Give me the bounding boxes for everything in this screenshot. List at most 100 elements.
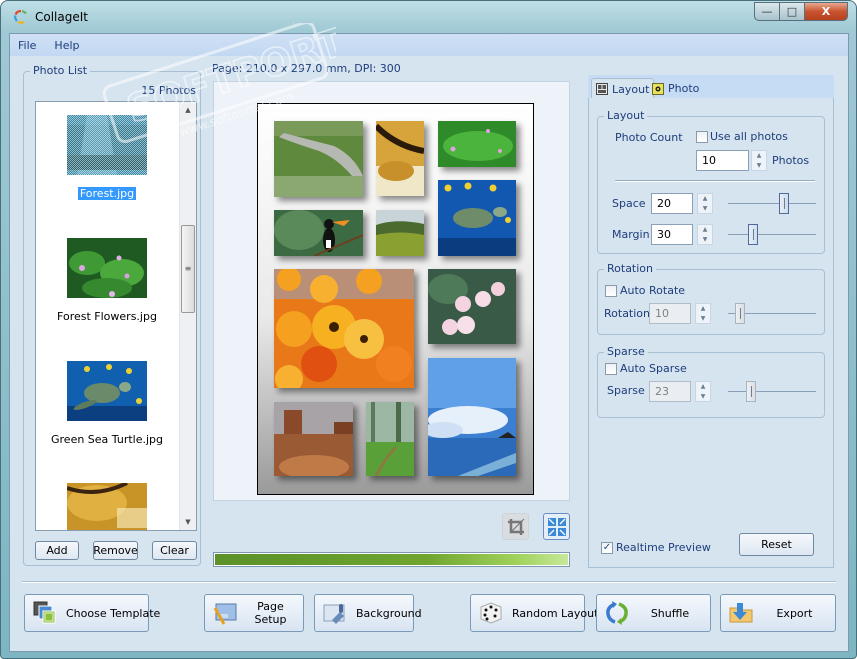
scroll-thumb[interactable]: ≡ bbox=[181, 225, 195, 313]
sparse-slider-track[interactable] bbox=[728, 391, 816, 392]
crop-button[interactable] bbox=[502, 513, 529, 540]
photo-desert-mesa[interactable] bbox=[274, 402, 353, 476]
tab-photo[interactable]: Photo bbox=[648, 78, 703, 99]
sparse-group: Sparse Auto Sparse Sparse 23 ▲ ▼ bbox=[597, 345, 825, 418]
margin-input[interactable]: 30 bbox=[651, 224, 693, 245]
photo-list-group: Photo List 15 Photos Forest.jpg Forest F… bbox=[23, 64, 201, 566]
menu-help[interactable]: Help bbox=[52, 39, 81, 52]
close-button[interactable]: X bbox=[805, 2, 848, 21]
menu-bar: File Help bbox=[10, 34, 848, 56]
photo-plumeria[interactable] bbox=[428, 269, 516, 344]
photos-unit-label: Photos bbox=[772, 154, 810, 167]
spin-up-icon[interactable]: ▲ bbox=[698, 225, 712, 235]
space-input[interactable]: 20 bbox=[651, 193, 693, 214]
use-all-photos-checkbox[interactable] bbox=[696, 131, 708, 143]
clear-button[interactable]: Clear bbox=[152, 541, 197, 560]
photo-list-item[interactable]: Forest Flowers.jpg bbox=[36, 238, 178, 323]
scroll-up-arrow-icon[interactable]: ▲ bbox=[180, 102, 196, 118]
margin-slider-track[interactable] bbox=[728, 234, 816, 235]
spin-down-icon[interactable]: ▼ bbox=[698, 235, 712, 245]
forest-thumbnail bbox=[67, 115, 147, 175]
rotation-spinner[interactable]: ▲ ▼ bbox=[695, 303, 711, 324]
margin-spinner[interactable]: ▲ ▼ bbox=[697, 224, 713, 245]
rotation-label: Rotation bbox=[604, 307, 651, 320]
background-label: Background bbox=[356, 606, 422, 620]
page-setup-button[interactable]: Page Setup bbox=[204, 594, 304, 632]
photo-stream-meadow[interactable] bbox=[274, 121, 363, 197]
add-button[interactable]: Add bbox=[35, 541, 79, 560]
photo-list-item[interactable]: Green Sea Turtle.jpg bbox=[36, 361, 178, 446]
layout-group-title: Layout bbox=[604, 109, 648, 122]
layout-icon bbox=[596, 83, 608, 95]
spin-up-icon[interactable]: ▲ bbox=[696, 304, 710, 314]
background-button[interactable]: Background bbox=[314, 594, 422, 632]
random-layout-button[interactable]: Random Layout bbox=[470, 594, 598, 632]
shuffle-button[interactable]: Shuffle bbox=[596, 594, 711, 632]
margin-slider-thumb[interactable] bbox=[747, 224, 758, 245]
photo-forest-path[interactable] bbox=[366, 402, 414, 476]
random-layout-label: Random Layout bbox=[512, 606, 599, 620]
realtime-preview-checkbox[interactable]: ✓ bbox=[601, 542, 613, 554]
maximize-button[interactable]: □ bbox=[780, 2, 805, 21]
sparse-spinner[interactable]: ▲ ▼ bbox=[695, 381, 711, 402]
photo-list[interactable]: Forest.jpg Forest Flowers.jpg Green Sea … bbox=[35, 101, 197, 531]
sparse-input[interactable]: 23 bbox=[649, 381, 691, 402]
space-slider-track[interactable] bbox=[728, 203, 816, 204]
photo-count-spinner[interactable]: ▲ ▼ bbox=[751, 150, 767, 171]
photo-orange-daisies[interactable] bbox=[274, 269, 414, 388]
spin-down-icon[interactable]: ▼ bbox=[696, 392, 710, 402]
rotation-slider-thumb[interactable] bbox=[735, 303, 746, 324]
fit-to-window-button[interactable] bbox=[543, 513, 570, 540]
photo-label: Forest Flowers.jpg bbox=[57, 310, 157, 323]
collage-page[interactable] bbox=[257, 103, 534, 495]
choose-template-button[interactable]: Choose Template bbox=[24, 594, 160, 632]
spin-up-icon[interactable]: ▲ bbox=[696, 382, 710, 392]
reset-button[interactable]: Reset bbox=[739, 533, 814, 556]
photo-count-input[interactable]: 10 bbox=[696, 150, 749, 171]
spin-down-icon[interactable]: ▼ bbox=[696, 314, 710, 324]
photo-green-hills[interactable] bbox=[376, 210, 424, 256]
auto-rotate-checkbox[interactable] bbox=[605, 285, 617, 297]
export-folder-icon bbox=[729, 603, 753, 623]
rotation-input[interactable]: 10 bbox=[649, 303, 691, 324]
tab-layout[interactable]: Layout bbox=[591, 78, 655, 99]
tab-photo-label: Photo bbox=[668, 82, 700, 95]
scroll-down-arrow-icon[interactable]: ▼ bbox=[180, 514, 196, 530]
photo-icon bbox=[652, 82, 664, 95]
photo-label: Green Sea Turtle.jpg bbox=[51, 433, 163, 446]
photo-toucan[interactable] bbox=[274, 210, 363, 256]
autumn-tree-thumbnail bbox=[67, 483, 147, 530]
export-label: Export bbox=[776, 606, 813, 620]
spin-down-icon[interactable]: ▼ bbox=[752, 161, 766, 171]
background-icon bbox=[323, 604, 345, 624]
spin-up-icon[interactable]: ▲ bbox=[752, 151, 766, 161]
space-spinner[interactable]: ▲ ▼ bbox=[697, 193, 713, 214]
photo-list-item[interactable]: Forest.jpg bbox=[36, 115, 178, 200]
remove-button[interactable]: Remove bbox=[93, 541, 138, 560]
photo-ocean-pier[interactable] bbox=[428, 358, 516, 476]
sparse-slider-thumb[interactable] bbox=[745, 381, 756, 402]
forest-flowers-thumbnail bbox=[67, 238, 147, 298]
menu-file[interactable]: File bbox=[16, 39, 38, 52]
photo-list-title: Photo List bbox=[30, 64, 91, 77]
export-button[interactable]: Export bbox=[720, 594, 836, 632]
app-window: CollageIt — □ X File Help Photo List 15 … bbox=[0, 0, 857, 659]
photo-sea-turtle[interactable] bbox=[438, 180, 516, 256]
template-icon bbox=[33, 601, 56, 624]
minimize-button[interactable]: — bbox=[754, 2, 780, 21]
spin-down-icon[interactable]: ▼ bbox=[698, 204, 712, 214]
photo-forest-flowers[interactable] bbox=[438, 121, 516, 167]
collage-preview[interactable] bbox=[213, 81, 570, 501]
minimize-icon: — bbox=[761, 5, 773, 18]
auto-sparse-checkbox[interactable] bbox=[605, 363, 617, 375]
maximize-icon: □ bbox=[786, 5, 798, 18]
photo-list-scrollbar[interactable]: ▲ ≡ ▼ bbox=[179, 102, 196, 530]
expand-arrows-icon bbox=[547, 517, 566, 536]
spin-up-icon[interactable]: ▲ bbox=[698, 194, 712, 204]
photo-list-item[interactable] bbox=[36, 483, 178, 530]
title-bar[interactable]: CollageIt — □ X bbox=[1, 1, 856, 33]
space-slider-thumb[interactable] bbox=[779, 193, 790, 214]
photo-autumn-tree[interactable] bbox=[376, 121, 424, 196]
shuffle-label: Shuffle bbox=[650, 606, 690, 620]
margin-label: Margin bbox=[612, 228, 650, 241]
